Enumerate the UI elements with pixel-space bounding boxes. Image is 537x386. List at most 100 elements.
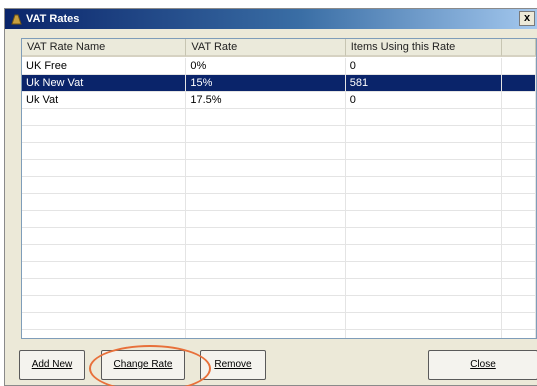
table-cell: [346, 245, 503, 261]
table-cell: [186, 143, 346, 159]
title-bar[interactable]: VAT Rates x: [5, 9, 537, 29]
table-cell: [502, 211, 536, 227]
column-header-empty[interactable]: [502, 39, 536, 57]
table-cell: [502, 330, 536, 338]
table-cell: [22, 194, 187, 210]
table-cell: [186, 194, 346, 210]
table-cell: Uk New Vat: [22, 75, 187, 91]
table-cell: [346, 330, 503, 338]
table-row[interactable]: [22, 279, 536, 296]
table-cell: [186, 296, 346, 312]
table-cell: [22, 177, 187, 193]
table-cell: [186, 126, 346, 142]
list-rows: UK Free 0% 0 Uk New Vat 15% 581 Uk Vat 17.5% 0: [22, 58, 536, 338]
table-cell: [502, 194, 536, 210]
table-cell: [502, 75, 536, 91]
table-cell: [186, 109, 346, 125]
table-cell: [186, 160, 346, 176]
table-row[interactable]: [22, 177, 536, 194]
table-cell: [346, 211, 503, 227]
table-cell: [502, 296, 536, 312]
table-row[interactable]: [22, 143, 536, 160]
table-cell: [502, 160, 536, 176]
table-cell: 0: [346, 92, 503, 108]
table-row[interactable]: [22, 160, 536, 177]
table-cell: [346, 262, 503, 278]
table-cell: [502, 313, 536, 329]
window-title: VAT Rates: [26, 13, 80, 25]
table-cell: [22, 211, 187, 227]
table-cell: [22, 126, 187, 142]
table-cell: [502, 279, 536, 295]
table-row[interactable]: [22, 126, 536, 143]
table-cell: [22, 245, 187, 261]
list-header: VAT Rate Name VAT Rate Items Using this …: [22, 39, 536, 57]
table-cell: [186, 330, 346, 338]
table-cell: [346, 194, 503, 210]
table-cell: [22, 160, 187, 176]
vat-rates-list[interactable]: VAT Rate Name VAT Rate Items Using this …: [21, 38, 537, 339]
highlight-circle: [89, 345, 211, 386]
table-cell: [346, 177, 503, 193]
table-cell: [22, 109, 187, 125]
table-cell: [502, 58, 536, 74]
table-cell: [22, 279, 187, 295]
column-header-vat-rate-name[interactable]: VAT Rate Name: [22, 39, 187, 57]
table-cell: [502, 177, 536, 193]
table-cell: [502, 143, 536, 159]
table-cell: UK Free: [22, 58, 187, 74]
table-row[interactable]: [22, 228, 536, 245]
vat-rates-window: VAT Rates x VAT Rate Name VAT Rate Items…: [4, 8, 537, 386]
table-cell: [186, 262, 346, 278]
table-cell: [22, 313, 187, 329]
table-cell: [186, 279, 346, 295]
table-cell: [346, 296, 503, 312]
table-cell: [346, 228, 503, 244]
table-row[interactable]: [22, 194, 536, 211]
table-cell: [22, 330, 187, 338]
table-row[interactable]: [22, 245, 536, 262]
table-cell: Uk Vat: [22, 92, 187, 108]
table-cell: [346, 143, 503, 159]
table-cell: [22, 296, 187, 312]
table-row[interactable]: UK Free 0% 0: [22, 58, 536, 75]
table-cell: [502, 92, 536, 108]
column-header-items-using-rate[interactable]: Items Using this Rate: [345, 39, 503, 57]
table-cell: 581: [346, 75, 503, 91]
add-new-button[interactable]: Add New: [19, 350, 85, 380]
table-cell: [22, 143, 187, 159]
table-cell: [502, 245, 536, 261]
table-cell: [22, 228, 187, 244]
close-button[interactable]: Close: [428, 350, 537, 380]
table-cell: [22, 262, 187, 278]
table-row[interactable]: [22, 330, 536, 338]
table-cell: [186, 228, 346, 244]
table-row[interactable]: [22, 109, 536, 126]
table-cell: [186, 177, 346, 193]
table-row[interactable]: Uk New Vat 15% 581: [22, 75, 536, 92]
table-cell: [502, 262, 536, 278]
app-icon: [9, 12, 23, 26]
table-cell: [346, 279, 503, 295]
table-cell: [186, 313, 346, 329]
table-row[interactable]: [22, 262, 536, 279]
table-cell: 0%: [186, 58, 346, 74]
table-cell: [502, 109, 536, 125]
table-row[interactable]: [22, 313, 536, 330]
table-cell: [346, 313, 503, 329]
table-cell: 15%: [186, 75, 346, 91]
table-cell: [502, 228, 536, 244]
close-icon[interactable]: x: [519, 11, 535, 26]
table-cell: 17.5%: [186, 92, 346, 108]
table-row[interactable]: [22, 211, 536, 228]
column-header-vat-rate[interactable]: VAT Rate: [186, 39, 346, 57]
table-cell: [346, 160, 503, 176]
table-row[interactable]: [22, 296, 536, 313]
table-cell: [502, 126, 536, 142]
table-cell: [186, 211, 346, 227]
table-cell: [346, 109, 503, 125]
table-cell: 0: [346, 58, 503, 74]
table-cell: [186, 245, 346, 261]
table-row[interactable]: Uk Vat 17.5% 0: [22, 92, 536, 109]
table-cell: [346, 126, 503, 142]
